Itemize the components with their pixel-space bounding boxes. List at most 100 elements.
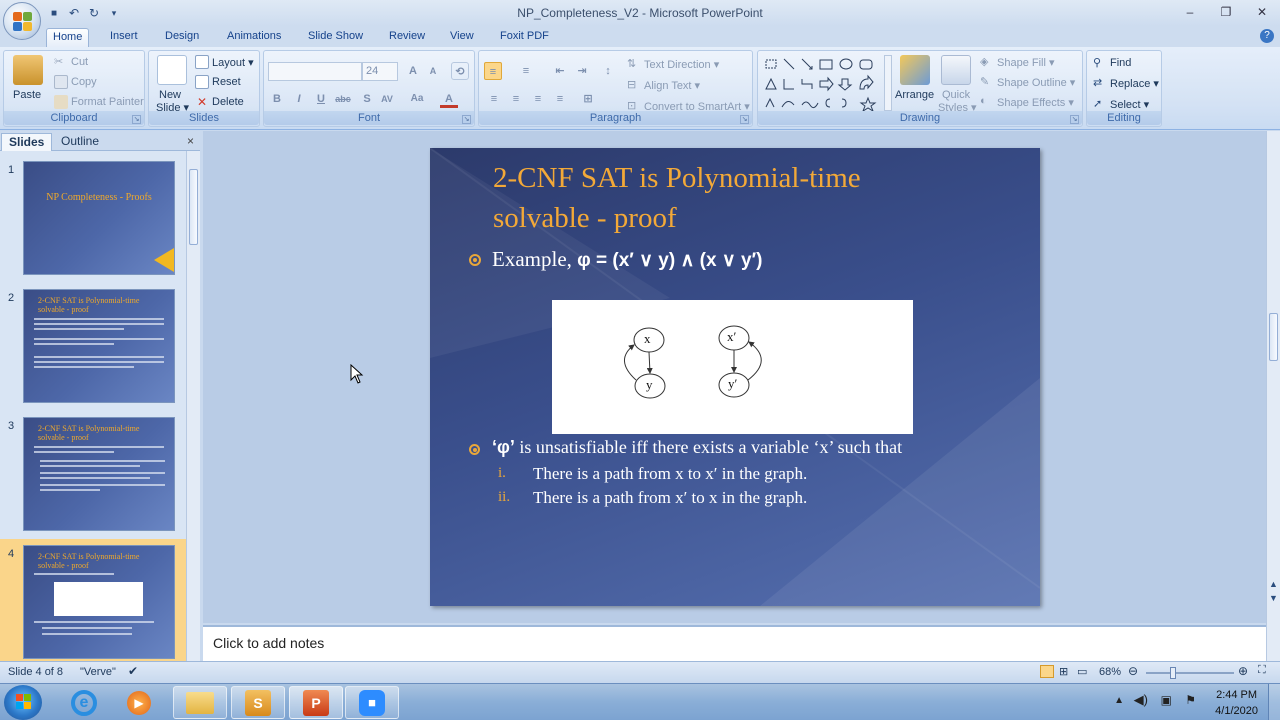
example-line[interactable]: Example, φ = (x′ ∨ y) ∧ (x ∨ y′) xyxy=(492,247,762,272)
slide-thumbnail-1[interactable]: NP Completeness - Proofs xyxy=(23,161,175,275)
increase-indent-icon[interactable]: ⇥ xyxy=(573,62,591,80)
decrease-indent-icon[interactable]: ⇤ xyxy=(551,62,569,80)
slide-thumbnail-2[interactable]: 2-CNF SAT is Polynomial-time solvable - … xyxy=(23,289,175,403)
taskbar-zoom[interactable]: ■ xyxy=(345,686,399,719)
close-pane-icon[interactable]: × xyxy=(187,134,194,148)
grow-font-icon[interactable]: A xyxy=(404,62,422,80)
drawing-launcher[interactable]: ↘ xyxy=(1070,115,1079,124)
align-center-icon[interactable]: ≡ xyxy=(507,90,525,108)
notes-pane[interactable]: Click to add notes xyxy=(203,625,1266,661)
action-center-icon[interactable]: ⚑ xyxy=(1185,693,1196,707)
start-button[interactable] xyxy=(4,685,42,720)
taskbar-internet-explorer[interactable]: e xyxy=(57,686,111,719)
item-text[interactable]: There is a path from x to x′ in the grap… xyxy=(533,464,807,484)
spelling-check-icon[interactable]: ✔ xyxy=(128,664,138,678)
clock[interactable]: 2:44 PM 4/1/2020 xyxy=(1215,687,1258,719)
notes-placeholder[interactable]: Click to add notes xyxy=(213,635,324,651)
shape-outline-button[interactable]: ✎ Shape Outline ▾ xyxy=(980,75,1075,89)
tab-foxit-pdf[interactable]: Foxit PDF xyxy=(494,28,555,47)
next-slide-icon[interactable]: ▼ xyxy=(1269,593,1278,603)
show-hidden-icons[interactable]: ▲ xyxy=(1114,695,1124,706)
zoom-slider[interactable] xyxy=(1146,672,1234,674)
cut-button[interactable]: ✂ Cut xyxy=(54,55,88,69)
delete-button[interactable]: ✕ Delete xyxy=(195,95,244,109)
scroll-thumb[interactable] xyxy=(189,169,198,245)
tab-view[interactable]: View xyxy=(444,28,480,47)
slide-thumbnail-4[interactable]: 2-CNF SAT is Polynomial-time solvable - … xyxy=(23,545,175,659)
slide-thumbnail-3[interactable]: 2-CNF SAT is Polynomial-time solvable - … xyxy=(23,417,175,531)
font-launcher[interactable]: ↘ xyxy=(462,115,471,124)
quick-styles-icon[interactable] xyxy=(941,55,971,85)
office-button[interactable] xyxy=(3,2,41,40)
numbering-icon[interactable]: ≡ xyxy=(517,62,535,80)
new-slide-icon[interactable] xyxy=(157,55,187,85)
tab-design[interactable]: Design xyxy=(159,28,205,47)
normal-view-icon[interactable] xyxy=(1040,665,1054,678)
align-text-button[interactable]: ⊟ Align Text ▾ xyxy=(627,78,700,92)
text-direction-button[interactable]: ⇅ Text Direction ▾ xyxy=(627,57,719,71)
fit-slide-icon[interactable]: ⛶ xyxy=(1258,664,1266,677)
scroll-thumb[interactable] xyxy=(1269,313,1278,361)
tab-outline[interactable]: Outline xyxy=(54,133,106,151)
shapes-scroll[interactable] xyxy=(884,55,892,111)
restore-button[interactable]: ❐ xyxy=(1208,0,1244,24)
new-slide-button[interactable]: New xyxy=(159,89,181,101)
tab-animations[interactable]: Animations xyxy=(221,28,287,47)
strikethrough-icon[interactable]: abc xyxy=(334,90,352,108)
slide-show-icon[interactable]: ▭ xyxy=(1077,665,1087,678)
line-spacing-icon[interactable]: ↕ xyxy=(599,62,617,80)
implication-graph[interactable]: x y x′ y′ xyxy=(552,300,913,434)
zoom-in-icon[interactable]: ⊕ xyxy=(1238,664,1248,678)
network-icon[interactable]: ▣ xyxy=(1161,693,1172,707)
layout-button[interactable]: Layout ▾ xyxy=(195,55,254,69)
show-desktop-button[interactable] xyxy=(1268,684,1280,720)
reset-button[interactable]: Reset xyxy=(195,75,241,89)
select-button[interactable]: ➚ Select ▾ xyxy=(1093,97,1149,111)
format-painter-button[interactable]: Format Painter xyxy=(54,95,144,109)
shadow-icon[interactable]: S xyxy=(358,90,376,108)
item-text[interactable]: There is a path from x′ to x in the grap… xyxy=(533,488,807,508)
shapes-gallery-icon[interactable] xyxy=(764,57,882,113)
quick-styles-button[interactable]: Quick xyxy=(942,89,970,101)
zoom-out-icon[interactable]: ⊖ xyxy=(1128,664,1138,678)
close-button[interactable]: ✕ xyxy=(1244,0,1280,24)
tab-insert[interactable]: Insert xyxy=(104,28,144,47)
tab-slide-show[interactable]: Slide Show xyxy=(302,28,369,47)
align-right-icon[interactable]: ≡ xyxy=(529,90,547,108)
zoom-slider-thumb[interactable] xyxy=(1170,667,1176,679)
font-name-combo[interactable] xyxy=(268,62,362,81)
replace-button[interactable]: ⇄ Replace ▾ xyxy=(1093,76,1159,90)
minimize-button[interactable]: – xyxy=(1172,0,1208,24)
font-size-combo[interactable]: 24 xyxy=(362,62,398,81)
clipboard-launcher[interactable]: ↘ xyxy=(132,115,141,124)
copy-button[interactable]: Copy xyxy=(54,75,97,89)
shrink-font-icon[interactable]: A xyxy=(424,62,442,80)
slide-scrollbar[interactable]: ▲ ▼ xyxy=(1266,131,1280,661)
clear-formatting-icon[interactable]: ⟲ xyxy=(451,62,469,80)
tab-home[interactable]: Home xyxy=(46,28,90,47)
arrange-button[interactable]: Arrange xyxy=(895,89,934,101)
taskbar-media-player[interactable]: ▶ xyxy=(112,686,166,719)
zoom-level[interactable]: 68% xyxy=(1099,666,1121,678)
font-color-icon[interactable]: A xyxy=(440,90,458,108)
tab-review[interactable]: Review xyxy=(383,28,431,47)
statement-line[interactable]: ‘φ’ is unsatisfiable iff there exists a … xyxy=(492,437,902,458)
current-slide[interactable]: 2-CNF SAT is Polynomial-time solvable - … xyxy=(430,148,1040,606)
taskbar-file-explorer[interactable] xyxy=(173,686,227,719)
previous-slide-icon[interactable]: ▲ xyxy=(1269,579,1278,589)
char-spacing-icon[interactable]: AV xyxy=(378,90,396,108)
paste-button[interactable]: Paste xyxy=(13,89,41,101)
underline-icon[interactable]: U xyxy=(312,90,330,108)
columns-icon[interactable]: ⊞ xyxy=(579,90,597,108)
taskbar-powerpoint[interactable]: P xyxy=(289,686,343,719)
slide-sorter-icon[interactable]: ⊞ xyxy=(1059,665,1068,678)
shape-fill-button[interactable]: ◈ Shape Fill ▾ xyxy=(980,55,1055,69)
slide-title[interactable]: 2-CNF SAT is Polynomial-time solvable - … xyxy=(493,158,993,238)
justify-icon[interactable]: ≡ xyxy=(551,90,569,108)
shape-effects-button[interactable]: ◐ Shape Effects ▾ xyxy=(980,95,1074,109)
bold-icon[interactable]: B xyxy=(268,90,286,108)
change-case-icon[interactable]: Aa xyxy=(408,90,426,108)
find-button[interactable]: ⚲ Find xyxy=(1093,56,1131,70)
tab-slides[interactable]: Slides xyxy=(1,133,53,151)
paste-icon[interactable] xyxy=(13,55,43,85)
